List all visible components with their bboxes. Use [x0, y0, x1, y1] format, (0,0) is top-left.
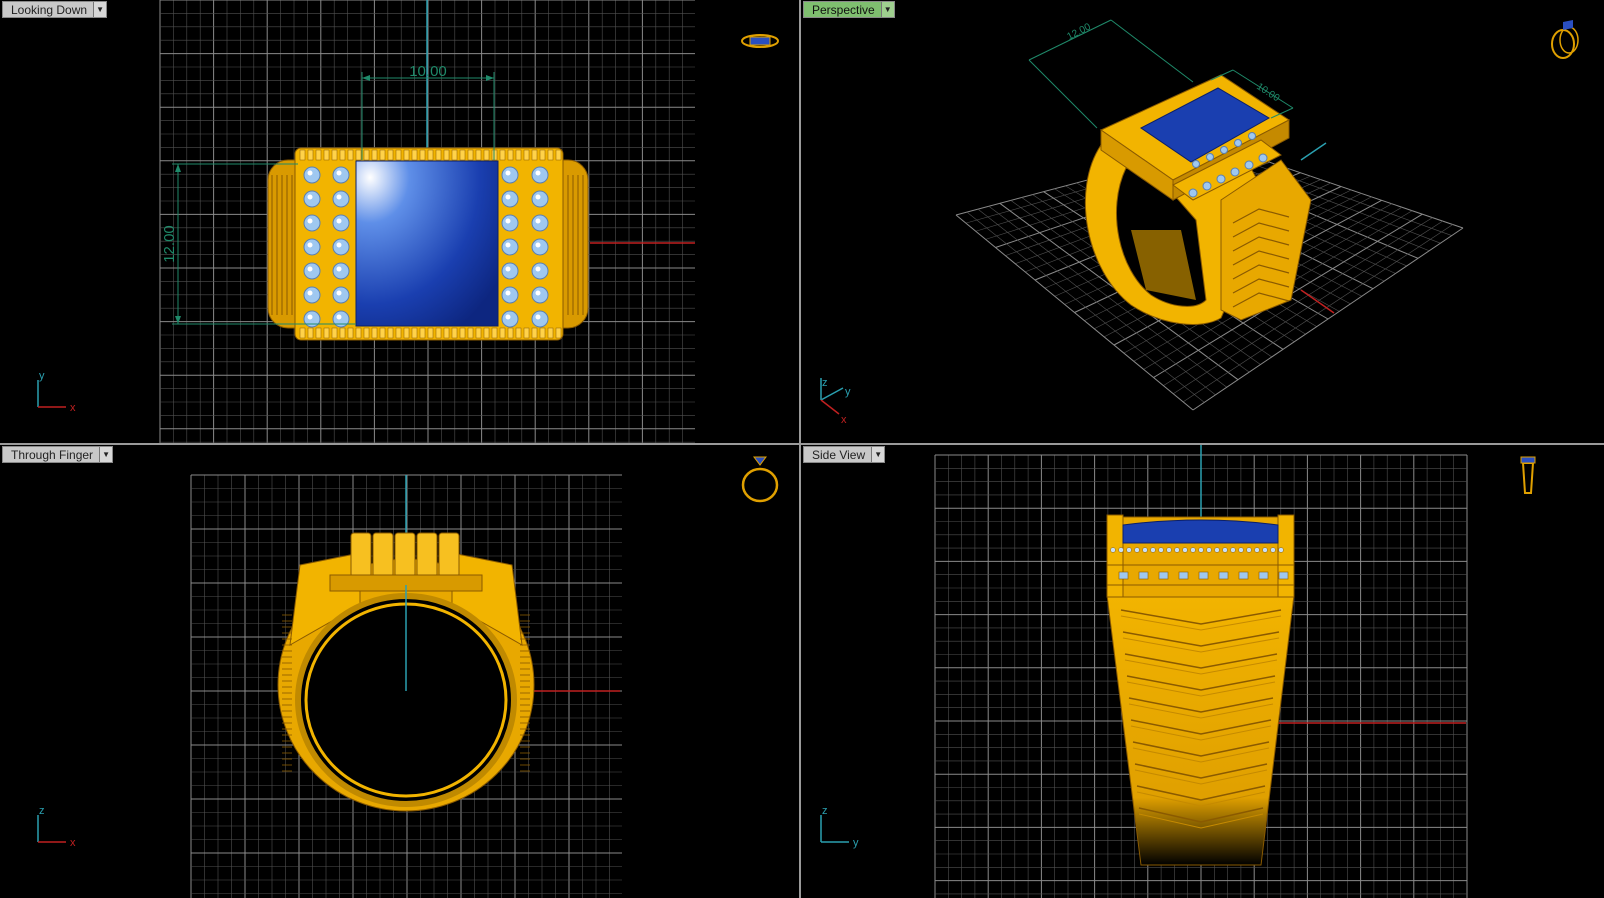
ring-front-icon: [741, 456, 779, 503]
ring-model-perspective[interactable]: [1084, 74, 1312, 325]
center-stone: [355, 160, 499, 327]
svg-text:12.00: 12.00: [161, 225, 178, 263]
viewport-divider-horizontal[interactable]: [0, 443, 1604, 445]
viewport-title: Side View: [812, 447, 866, 462]
viewport-title: Through Finger: [11, 447, 94, 462]
svg-text:y: y: [39, 370, 45, 382]
axis-indicator: y x: [37, 370, 76, 414]
axis-indicator: z x: [37, 805, 76, 849]
viewport-menu-perspective[interactable]: Perspective ▼: [803, 1, 895, 18]
viewport-looking-down[interactable]: 10.00 12.00 y x Looking Down ▼: [0, 0, 799, 443]
viewport-through-finger[interactable]: z x Through Finger ▼: [0, 445, 799, 898]
ring-side-icon: [1520, 456, 1536, 494]
svg-text:z: z: [822, 805, 828, 817]
viewport-title: Perspective: [812, 2, 875, 17]
viewport-menu-through-finger[interactable]: Through Finger ▼: [2, 446, 114, 463]
ring-model-top[interactable]: [267, 147, 589, 341]
svg-text:x: x: [70, 837, 76, 849]
y-axis-line: [1300, 142, 1327, 161]
ring-model-side[interactable]: [1106, 514, 1295, 866]
viewport-menu-looking-down[interactable]: Looking Down ▼: [2, 1, 108, 18]
axis-indicator: z y: [820, 805, 859, 849]
viewport-divider-vertical[interactable]: [799, 0, 801, 898]
svg-text:y: y: [853, 837, 859, 849]
svg-text:x: x: [841, 414, 847, 426]
viewport-menu-side-view[interactable]: Side View ▼: [803, 446, 886, 463]
svg-text:x: x: [70, 402, 76, 414]
dropdown-arrow-icon[interactable]: ▼: [880, 2, 894, 17]
ring-top-icon: [741, 34, 779, 48]
viewport-perspective[interactable]: 12.00 10.00 z y x Perspective ▼: [801, 0, 1604, 443]
dropdown-arrow-icon[interactable]: ▼: [93, 2, 107, 17]
viewport-canvas-perspective[interactable]: 12.00 10.00 z y x: [801, 0, 1604, 443]
ring-perspective-icon: [1551, 20, 1579, 59]
viewport-canvas-top[interactable]: 10.00 12.00 y x: [0, 0, 799, 443]
svg-text:12.00: 12.00: [1065, 21, 1093, 42]
svg-text:y: y: [845, 386, 851, 398]
viewport-canvas-side[interactable]: z y: [801, 445, 1604, 898]
svg-text:10.00: 10.00: [409, 63, 447, 80]
dropdown-arrow-icon[interactable]: ▼: [99, 447, 113, 462]
svg-text:z: z: [39, 805, 45, 817]
dropdown-arrow-icon[interactable]: ▼: [871, 447, 885, 462]
viewport-canvas-front[interactable]: z x: [0, 445, 799, 898]
viewport-title: Looking Down: [11, 2, 88, 17]
viewport-side-view[interactable]: z y Side View ▼: [801, 445, 1604, 898]
center-stone: [1122, 519, 1279, 544]
svg-text:z: z: [822, 377, 828, 389]
x-axis-line: [1300, 289, 1335, 314]
axis-indicator: z y x: [820, 377, 851, 426]
